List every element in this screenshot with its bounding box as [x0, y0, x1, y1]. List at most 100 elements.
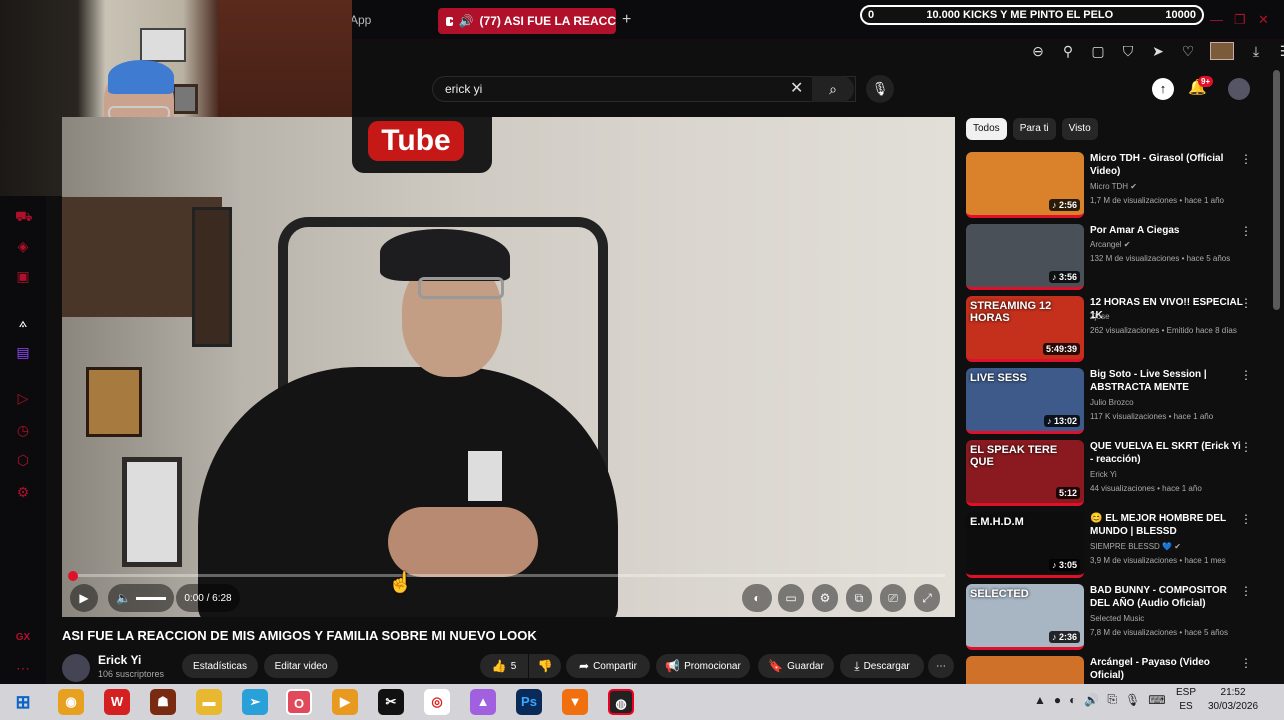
menu-icon[interactable]: ☰: [1278, 43, 1284, 59]
firefox-icon[interactable]: ◉: [58, 689, 84, 715]
recommendation-thumbnail[interactable]: EL SPEAK TERE QUE 5:12: [966, 440, 1084, 506]
more-options-icon[interactable]: ⋮: [1240, 224, 1252, 238]
recommendation-thumbnail[interactable]: E.M.H.D.M ♪ 3:05: [966, 512, 1084, 578]
chip-for-you[interactable]: Para ti: [1012, 118, 1056, 140]
games-icon[interactable]: ◈: [15, 238, 31, 254]
more-options-icon[interactable]: ⋮: [1240, 584, 1252, 598]
progress-bar[interactable]: [72, 574, 945, 577]
progress-scrubber[interactable]: [68, 571, 78, 581]
recommendation-thumbnail[interactable]: SELECTED ♪ 2:36: [966, 584, 1084, 650]
like-button[interactable]: 👍 5: [480, 654, 528, 678]
chip-watched[interactable]: Visto: [1061, 118, 1098, 140]
profile-thumbnail[interactable]: [1210, 42, 1234, 60]
file-explorer-icon[interactable]: ▬: [196, 689, 222, 715]
recommendation-item[interactable]: E.M.H.D.M ♪ 3:05 😊 EL MEJOR HOMBRE DEL MUN…: [966, 512, 1266, 580]
tray-mic-icon[interactable]: 🎙: [1125, 693, 1140, 707]
send-icon[interactable]: ➤: [1150, 43, 1166, 59]
recommendation-thumbnail[interactable]: LIVE SESS ♪ 13:02: [966, 368, 1084, 434]
search-button[interactable]: ⌕: [812, 76, 854, 102]
clear-search-icon[interactable]: ✕: [790, 78, 803, 98]
recommendation-title[interactable]: Por Amar A Ciegas: [1090, 224, 1244, 237]
messenger-icon[interactable]: ▣: [15, 268, 31, 284]
opera-gx-icon[interactable]: O: [286, 689, 312, 715]
recommendation-title[interactable]: Arcángel - Payaso (Video Oficial): [1090, 656, 1244, 682]
recommendation-thumbnail[interactable]: STREAMING 12 HORAS 5:49:39: [966, 296, 1084, 362]
miniplayer-button[interactable]: ⧉: [846, 584, 872, 612]
channel-name[interactable]: Erick Yi: [98, 653, 141, 667]
subtitles-button[interactable]: ▭: [778, 584, 804, 612]
media-player-icon[interactable]: ▶: [332, 689, 358, 715]
pin-icon[interactable]: ⚲: [1060, 43, 1076, 59]
promote-button[interactable]: 📢 Promocionar: [656, 654, 750, 678]
chip-all[interactable]: Todos: [966, 118, 1007, 140]
more-options-icon[interactable]: ⋮: [1240, 296, 1252, 310]
recommendation-title[interactable]: 12 HORAS EN VIVO!! ESPECIAL 1K: [1090, 296, 1244, 322]
more-options-icon[interactable]: ⋮: [1240, 152, 1252, 166]
recommendation-title[interactable]: Big Soto - Live Session | ABSTRACTA MENT…: [1090, 368, 1244, 394]
save-button[interactable]: 🔖 Guardar: [758, 654, 834, 678]
clock[interactable]: 21:52 30/03/2026: [1208, 686, 1258, 714]
history-icon[interactable]: ◷: [15, 422, 31, 438]
cast-button[interactable]: ⎚: [880, 584, 906, 612]
obs-icon[interactable]: ◍: [608, 689, 634, 715]
dislike-button[interactable]: 👎: [529, 654, 561, 678]
app-label[interactable]: App: [350, 13, 371, 27]
vlc-icon[interactable]: ▼: [562, 689, 588, 715]
chrome-icon[interactable]: ◎: [424, 689, 450, 715]
recommendation-title[interactable]: 😊 EL MEJOR HOMBRE DEL MUNDO | BLESSD: [1090, 512, 1244, 538]
video-player[interactable]: Tube ▶ 🔈 0:00 / 6:28 ◐ ▭ ⚙ ⧉ ⎚ ⤢: [62, 117, 955, 617]
recommendation-item[interactable]: SELECTED ♪ 2:36 BAD BUNNY - COMPOSITOR DEL…: [966, 584, 1266, 652]
more-options-icon[interactable]: ⋮: [1240, 656, 1252, 670]
speaker-icon[interactable]: 🔊: [459, 14, 474, 28]
account-avatar[interactable]: [1228, 78, 1250, 100]
tray-steam-icon[interactable]: ◐: [1069, 693, 1076, 707]
recommendation-channel[interactable]: Erick Yi: [1090, 470, 1117, 479]
page-scrollbar[interactable]: [1273, 70, 1280, 310]
settings-button[interactable]: ⚙: [812, 584, 838, 612]
tray-keyboard-icon[interactable]: ⌨: [1148, 693, 1165, 707]
download-icon[interactable]: ⤓: [1248, 43, 1264, 59]
recommendation-channel[interactable]: Micro TDH: [1090, 182, 1128, 191]
tiktok-icon[interactable]: ⟑: [15, 314, 31, 330]
stats-button[interactable]: Estadísticas: [182, 654, 258, 678]
tray-network-icon[interactable]: ⎘: [1107, 692, 1117, 707]
recommendation-item[interactable]: ♪ 2:56 Micro TDH - Girasol (Official Vide…: [966, 152, 1266, 220]
more-options-icon[interactable]: ⋮: [1240, 512, 1252, 526]
recommendation-item[interactable]: STREAMING 12 HORAS 5:49:39 12 HORAS EN VIV…: [966, 296, 1266, 364]
extensions-icon[interactable]: ⬡: [15, 452, 31, 468]
gx-icon[interactable]: GX: [15, 630, 31, 646]
share-button[interactable]: ➦ Compartir: [566, 654, 650, 678]
heart-icon[interactable]: ♡: [1180, 43, 1196, 59]
volume-slider[interactable]: [136, 597, 166, 600]
voice-search-button[interactable]: 🎙: [866, 75, 894, 103]
windows-start-icon[interactable]: ⊞: [10, 689, 36, 715]
recommendation-channel[interactable]: Julio Brozco: [1090, 398, 1134, 407]
tray-volume-icon[interactable]: 🔊: [1084, 693, 1099, 707]
stack-icon[interactable]: ⛟: [15, 208, 33, 224]
tray-app-icon[interactable]: ●: [1054, 693, 1061, 707]
twitch-icon[interactable]: ▤: [15, 344, 31, 360]
snapshot-icon[interactable]: ▢: [1090, 43, 1106, 59]
recommendation-item[interactable]: LIVE SESS ♪ 13:02 Big Soto - Live Session …: [966, 368, 1266, 436]
browser-tab-active[interactable]: 🔊 (77) ASI FUE LA REACC: [438, 8, 616, 34]
photoshop-icon[interactable]: Ps: [516, 689, 542, 715]
zoom-out-icon[interactable]: ⊖: [1030, 43, 1046, 59]
recommendation-title[interactable]: QUE VUELVA EL SKRT (Erick Yi - reacción): [1090, 440, 1244, 466]
settings-icon[interactable]: ⚙: [15, 484, 31, 500]
fullscreen-button[interactable]: ⤢: [914, 584, 940, 612]
recommendation-thumbnail[interactable]: ♪ 3:56: [966, 224, 1084, 290]
wps-icon[interactable]: W: [104, 689, 130, 715]
recommendation-channel[interactable]: Selected Music: [1090, 614, 1144, 623]
channel-avatar[interactable]: [62, 654, 90, 682]
recommendation-channel[interactable]: SIEMPRE BLESSD 💙: [1090, 542, 1172, 551]
recommendation-title[interactable]: Micro TDH - Girasol (Official Video): [1090, 152, 1244, 178]
maximize-icon[interactable]: ❐: [1234, 12, 1246, 28]
more-options-icon[interactable]: ⋮: [1240, 440, 1252, 454]
recommendation-channel[interactable]: Zjose: [1090, 312, 1110, 321]
more-options-icon[interactable]: ⋮: [1240, 368, 1252, 382]
language-indicator[interactable]: ESP ES: [1176, 686, 1196, 714]
edit-video-button[interactable]: Editar video: [264, 654, 338, 678]
minimize-icon[interactable]: —: [1210, 12, 1223, 27]
player-icon[interactable]: ▷: [15, 390, 31, 406]
more-icon[interactable]: ⋯: [15, 660, 31, 676]
